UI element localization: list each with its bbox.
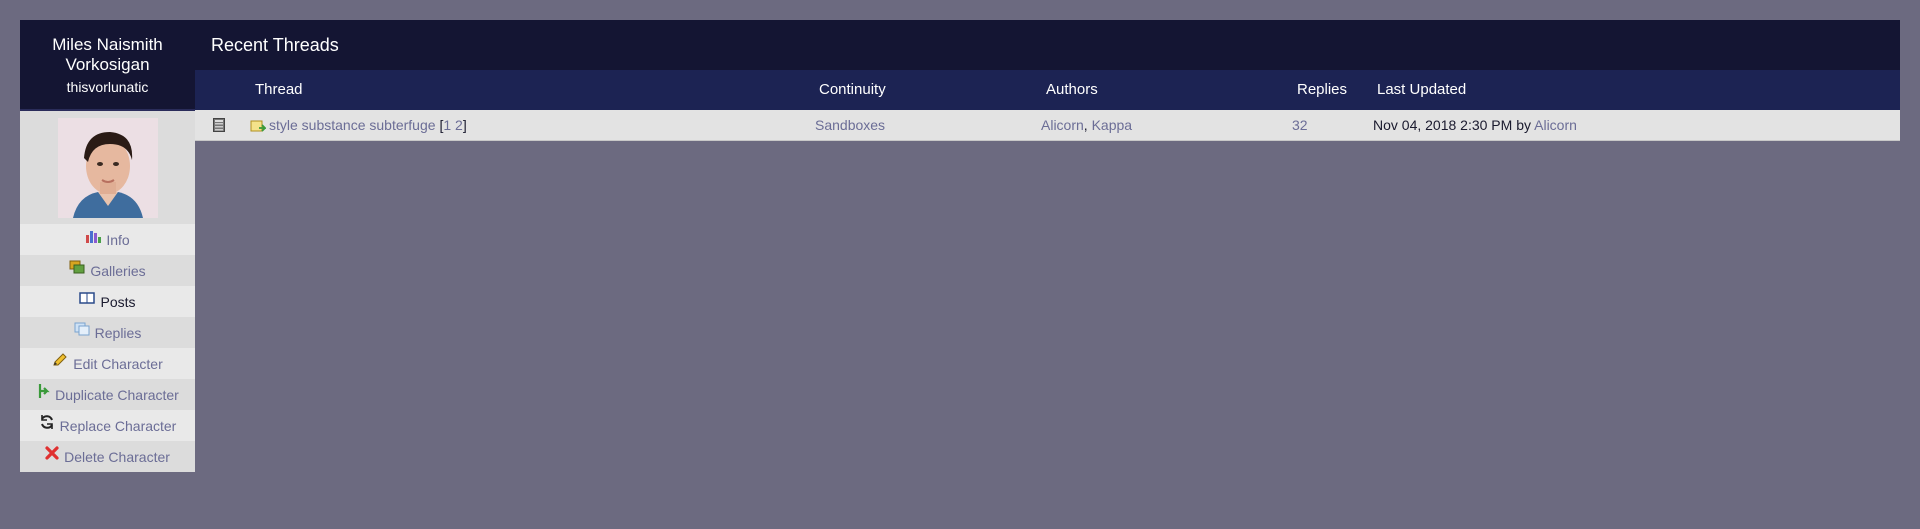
replies-count-link[interactable]: 32: [1292, 117, 1308, 133]
device-icon[interactable]: [213, 118, 225, 135]
galleries-icon: [69, 260, 85, 274]
page-link-1[interactable]: 1: [443, 117, 451, 133]
last-updated-timestamp: Nov 04, 2018 2:30 PM: [1373, 117, 1513, 133]
duplicate-icon: [36, 383, 50, 399]
character-menu: Info Galleries Posts Replies Edit Charac…: [20, 224, 195, 472]
menu-item-label: Edit Character: [73, 355, 163, 372]
delete-icon: [45, 445, 59, 460]
column-header-thread: Thread: [255, 81, 303, 98]
character-name: Miles Naismith Vorkosigan: [20, 35, 195, 75]
menu-item-label: Replace Character: [59, 417, 177, 434]
menu-item-label: Galleries: [90, 262, 146, 279]
menu-item-replace-character[interactable]: Replace Character: [20, 410, 195, 441]
chart-icon: [85, 229, 102, 243]
menu-item-label: Duplicate Character: [55, 386, 179, 403]
by-label: by: [1516, 117, 1531, 133]
book-icon: [79, 291, 96, 305]
character-sidebar: Miles Naismith Vorkosigan thisvorlunatic: [20, 20, 195, 472]
thread-title-cell: style substance subterfuge [1 2]: [269, 117, 467, 133]
author-link[interactable]: Alicorn: [1041, 117, 1084, 133]
replies-icon: [74, 322, 90, 336]
menu-item-replies[interactable]: Replies: [20, 317, 195, 348]
author-link[interactable]: Kappa: [1092, 117, 1132, 133]
character-name-line2: Vorkosigan: [65, 55, 150, 74]
menu-item-galleries[interactable]: Galleries: [20, 255, 195, 286]
recent-threads-panel: Recent Threads Thread Continuity Authors…: [195, 20, 1900, 141]
last-updated-cell: Nov 04, 2018 2:30 PM by Alicorn: [1373, 117, 1577, 133]
menu-item-info[interactable]: Info: [20, 224, 195, 255]
author-separator: ,: [1083, 117, 1088, 133]
page-bracket-close: ]: [462, 117, 467, 133]
refresh-icon: [39, 414, 55, 430]
column-header-authors: Authors: [1046, 81, 1098, 98]
character-header: Miles Naismith Vorkosigan thisvorlunatic: [20, 20, 195, 111]
character-username[interactable]: thisvorlunatic: [20, 78, 195, 96]
menu-item-posts[interactable]: Posts: [20, 286, 195, 317]
avatar-container: [20, 111, 195, 224]
page-link-2[interactable]: 2: [455, 117, 463, 133]
authors-cell: Alicorn, Kappa: [1041, 117, 1132, 133]
menu-item-label: Replies: [94, 324, 142, 341]
column-header-last-updated: Last Updated: [1377, 81, 1467, 98]
avatar: [57, 117, 158, 218]
continuity-link[interactable]: Sandboxes: [815, 117, 885, 133]
character-name-line1: Miles Naismith: [52, 35, 163, 54]
menu-item-label: Delete Character: [64, 448, 170, 465]
last-author-link[interactable]: Alicorn: [1534, 117, 1577, 133]
menu-item-delete-character[interactable]: Delete Character: [20, 441, 195, 472]
menu-item-duplicate-character[interactable]: Duplicate Character: [20, 379, 195, 410]
column-header-replies: Replies: [1297, 81, 1348, 98]
menu-item-edit-character[interactable]: Edit Character: [20, 348, 195, 379]
table-row: style substance subterfuge [1 2] Sandbox…: [195, 110, 1900, 141]
thread-link[interactable]: style substance subterfuge: [269, 117, 436, 133]
page-title: Recent Threads: [195, 20, 1900, 70]
table-header: Thread Continuity Authors Replies Last U…: [195, 70, 1900, 110]
menu-item-label: Posts: [100, 293, 136, 310]
thread-new-icon[interactable]: [250, 119, 268, 136]
column-header-continuity: Continuity: [819, 81, 886, 98]
pencil-icon: [52, 352, 68, 367]
menu-item-label: Info: [106, 231, 130, 248]
